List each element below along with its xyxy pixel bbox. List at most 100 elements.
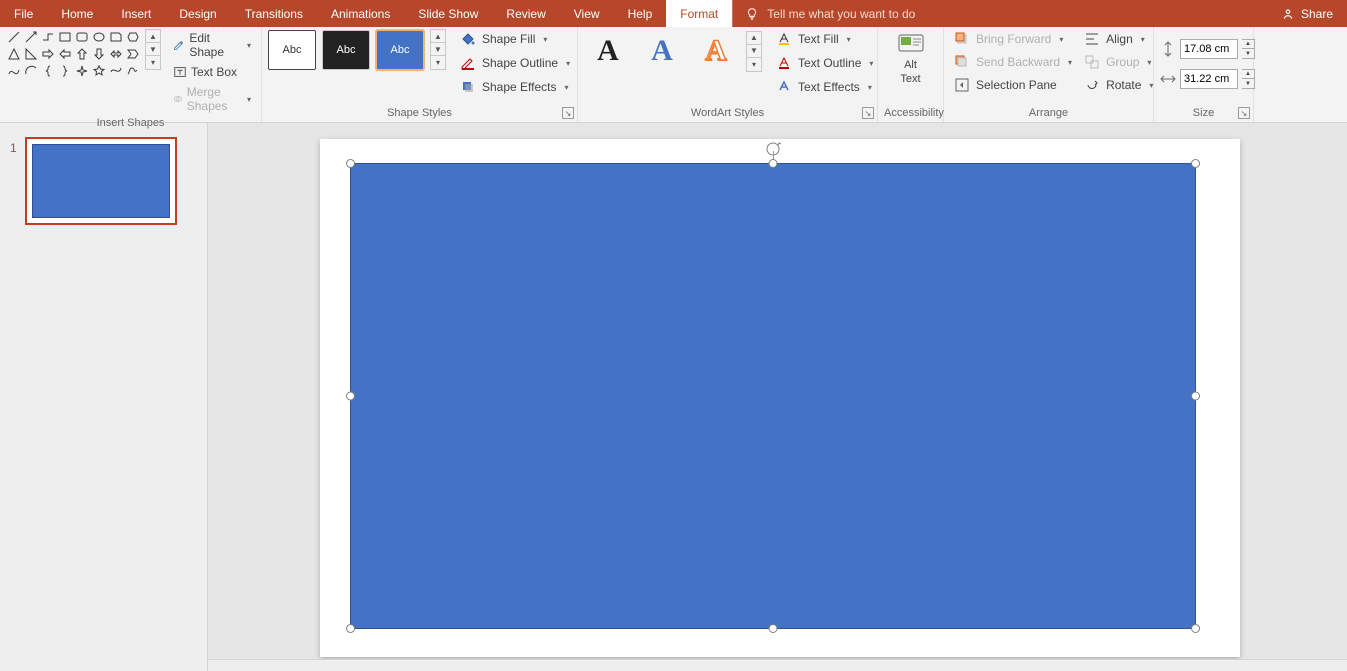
text-effects-button[interactable]: Text Effects▾: [772, 77, 877, 97]
wordart-style-1[interactable]: A: [584, 29, 632, 73]
shape-arrow-right-icon[interactable]: [40, 46, 56, 62]
shape-connector-icon[interactable]: [40, 29, 56, 45]
tab-transitions[interactable]: Transitions: [231, 0, 317, 27]
shape-fill-label: Shape Fill: [482, 32, 535, 46]
group-insert-shapes: ▲▼▾ Edit Shape▾ Text Box Merge Shapes▾ I…: [0, 27, 262, 122]
tab-review[interactable]: Review: [492, 0, 559, 27]
align-button[interactable]: Align▾: [1080, 29, 1157, 49]
tab-animations[interactable]: Animations: [317, 0, 404, 27]
shape-line-arrow-icon[interactable]: [23, 29, 39, 45]
send-backward-button[interactable]: Send Backward▾: [950, 52, 1076, 72]
shape-arrow-left-icon[interactable]: [57, 46, 73, 62]
width-input[interactable]: [1180, 69, 1238, 89]
horizontal-scrollbar[interactable]: [208, 659, 1347, 671]
tab-insert[interactable]: Insert: [107, 0, 165, 27]
selection-pane-icon: [954, 77, 970, 93]
shape-arc-icon[interactable]: [23, 63, 39, 79]
shape-arrow-down-icon[interactable]: [91, 46, 107, 62]
shape-brace-left-icon[interactable]: [40, 63, 56, 79]
shape-style-3-selected[interactable]: Abc: [376, 30, 424, 70]
resize-handle-b[interactable]: [769, 624, 778, 633]
shape-style-scroll[interactable]: ▲▼▾: [430, 29, 446, 70]
shape-fill-button[interactable]: Shape Fill▾: [456, 29, 574, 49]
shape-star5-icon[interactable]: [91, 63, 107, 79]
shape-arrow-up-icon[interactable]: [74, 46, 90, 62]
shape-hexagon-icon[interactable]: [125, 29, 141, 45]
shape-styles-launcher[interactable]: ↘: [562, 107, 574, 119]
selected-rectangle-shape[interactable]: [350, 163, 1196, 629]
shape-outline-label: Shape Outline: [482, 56, 558, 70]
shape-style-2[interactable]: Abc: [322, 30, 370, 70]
slide-thumbnail-pane[interactable]: 1: [0, 123, 208, 671]
wordart-style-2[interactable]: A: [638, 29, 686, 73]
send-backward-label: Send Backward: [976, 55, 1060, 69]
resize-handle-bl[interactable]: [346, 624, 355, 633]
tell-me-search[interactable]: Tell me what you want to do: [733, 0, 927, 27]
text-fill-icon: [776, 31, 792, 47]
shape-curve-icon[interactable]: [6, 63, 22, 79]
shape-scribble-icon[interactable]: [125, 63, 141, 79]
resize-handle-tr[interactable]: [1191, 159, 1200, 168]
height-input[interactable]: [1180, 39, 1238, 59]
tab-home[interactable]: Home: [47, 0, 107, 27]
height-spinner[interactable]: ▲▼: [1242, 39, 1255, 59]
tab-format[interactable]: Format: [666, 0, 732, 27]
tab-file[interactable]: File: [0, 0, 47, 27]
text-outline-button[interactable]: Text Outline▾: [772, 53, 877, 73]
shapes-gallery-scroll[interactable]: ▲▼▾: [145, 29, 161, 70]
resize-handle-r[interactable]: [1191, 392, 1200, 401]
bring-forward-button[interactable]: Bring Forward▾: [950, 29, 1076, 49]
shape-outline-button[interactable]: Shape Outline▾: [456, 53, 574, 73]
shape-rectangle-icon[interactable]: [57, 29, 73, 45]
resize-handle-l[interactable]: [346, 392, 355, 401]
text-fill-label: Text Fill: [798, 32, 839, 46]
wordart-launcher[interactable]: ↘: [862, 107, 874, 119]
width-spinner[interactable]: ▲▼: [1242, 69, 1255, 89]
wordart-style-3[interactable]: A: [692, 29, 740, 73]
size-launcher[interactable]: ↘: [1238, 107, 1250, 119]
tab-help[interactable]: Help: [614, 0, 667, 27]
slide[interactable]: [320, 139, 1240, 657]
rotate-button[interactable]: Rotate▾: [1080, 75, 1157, 95]
resize-handle-t[interactable]: [769, 159, 778, 168]
shape-effects-button[interactable]: Shape Effects▾: [456, 77, 574, 97]
group-arrange: Bring Forward▾ Send Backward▾ Selection …: [944, 27, 1154, 122]
wordart-gallery[interactable]: A A A ▲▼▾: [584, 29, 762, 73]
text-box-button[interactable]: Text Box: [169, 63, 255, 81]
tab-slideshow[interactable]: Slide Show: [404, 0, 492, 27]
shapes-gallery[interactable]: [6, 29, 141, 79]
shape-right-triangle-icon[interactable]: [23, 46, 39, 62]
shape-freeform-icon[interactable]: [108, 63, 124, 79]
thumbnail-slide-1[interactable]: 1: [10, 137, 197, 225]
share-button[interactable]: Share: [1267, 0, 1347, 27]
shape-oval-icon[interactable]: [91, 29, 107, 45]
slide-canvas[interactable]: [208, 123, 1347, 671]
selection-pane-button[interactable]: Selection Pane: [950, 75, 1076, 95]
alt-text-button[interactable]: Alt Text: [891, 29, 931, 89]
lightbulb-icon: [745, 7, 759, 21]
group-button[interactable]: Group▾: [1080, 52, 1157, 72]
shape-triangle-icon[interactable]: [6, 46, 22, 62]
resize-handle-tl[interactable]: [346, 159, 355, 168]
shape-rounded-rect-icon[interactable]: [74, 29, 90, 45]
shape-style-1[interactable]: Abc: [268, 30, 316, 70]
wordart-scroll[interactable]: ▲▼▾: [746, 31, 762, 72]
bring-forward-label: Bring Forward: [976, 32, 1051, 46]
shape-style-gallery[interactable]: Abc Abc Abc ▲▼▾: [268, 29, 446, 70]
height-icon: [1160, 41, 1176, 57]
merge-shapes-label: Merge Shapes: [187, 85, 241, 113]
tab-design[interactable]: Design: [165, 0, 230, 27]
edit-shape-button[interactable]: Edit Shape▾: [169, 29, 255, 61]
shape-brace-right-icon[interactable]: [57, 63, 73, 79]
tell-me-label: Tell me what you want to do: [767, 7, 915, 21]
shape-star4-icon[interactable]: [74, 63, 90, 79]
shape-snip-rect-icon[interactable]: [108, 29, 124, 45]
tab-view[interactable]: View: [560, 0, 614, 27]
shape-line-icon[interactable]: [6, 29, 22, 45]
resize-handle-br[interactable]: [1191, 624, 1200, 633]
shape-arrow-leftright-icon[interactable]: [108, 46, 124, 62]
slide-1-thumb[interactable]: [25, 137, 177, 225]
group-accessibility: Alt Text Accessibility: [878, 27, 944, 122]
shape-chevron-icon[interactable]: [125, 46, 141, 62]
text-fill-button[interactable]: Text Fill▾: [772, 29, 877, 49]
